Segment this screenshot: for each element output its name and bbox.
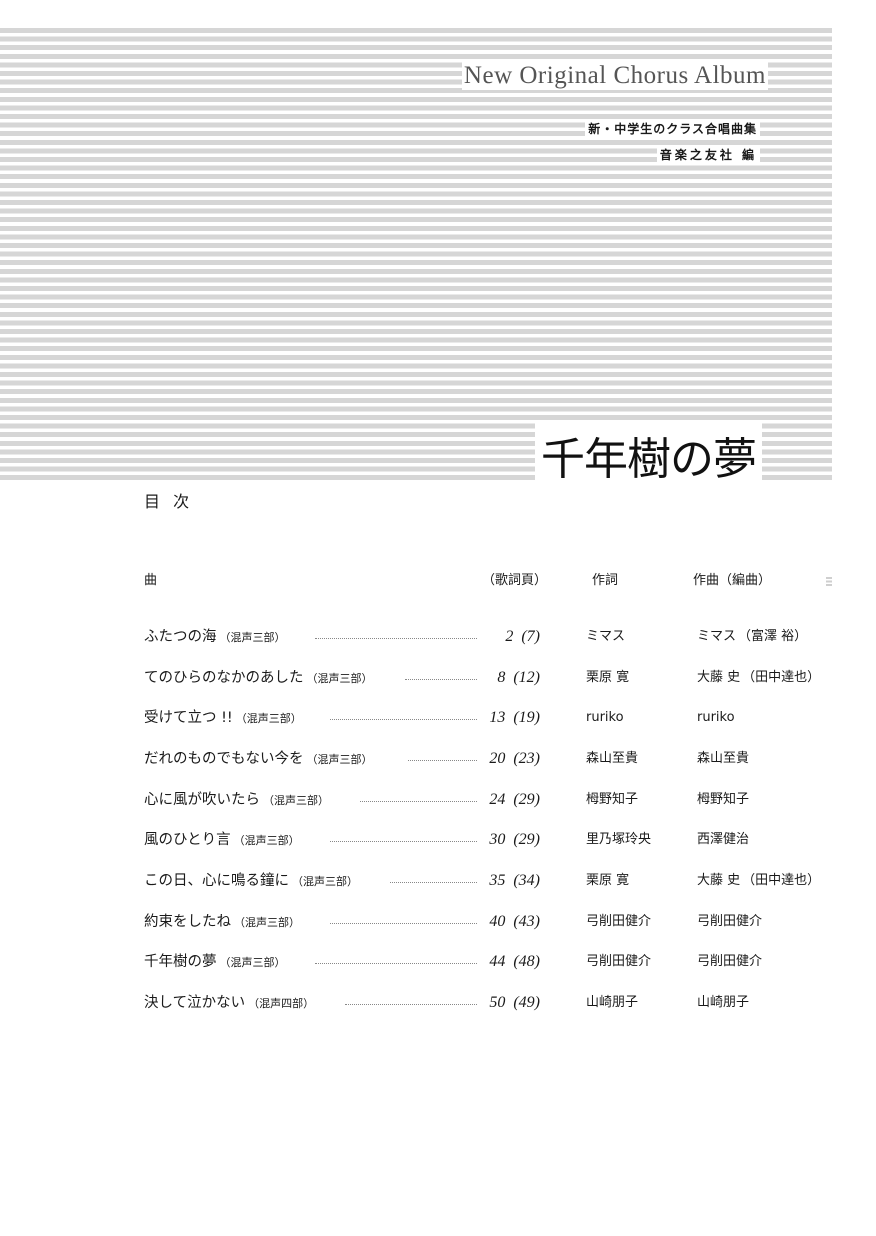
page-numbers: 13 (19) <box>489 709 540 726</box>
toc-heading: 目 次 <box>144 492 194 511</box>
page-numbers: 2 (7) <box>505 628 540 645</box>
song-title: 決して泣かない （混声四部） <box>144 995 315 1011</box>
collection-subtitle: 新・中学生のクラス合唱曲集 <box>585 120 760 137</box>
toc-row: てのひらのなかのあした （混声三部） 8 (12) 栗原 寛 大藤 史（田中達也） <box>0 666 876 690</box>
voicing-label: （混声三部） <box>306 753 373 766</box>
dot-leader <box>345 1004 477 1005</box>
toc-row: ふたつの海 （混声三部） 2 (7) ミマス ミマス （富澤 裕） <box>0 625 876 649</box>
composer: 大藤 史（田中達也） <box>697 670 821 685</box>
page-numbers: 50 (49) <box>489 994 540 1011</box>
dot-leader <box>315 963 477 964</box>
composer: 山崎朋子 <box>697 995 750 1010</box>
voicing-label: （混声三部） <box>234 916 300 929</box>
song-title: 約束をしたね （混声三部） <box>144 914 300 930</box>
header-stripe-mark <box>826 577 832 586</box>
song-title: ふたつの海 （混声三部） <box>144 629 286 645</box>
toc-row: 風のひとり言 （混声三部） 30 (29) 里乃塚玲央 西澤健治 <box>0 828 876 852</box>
voicing-label: （混声三部） <box>292 875 358 888</box>
toc-row: 心に風が吹いたら （混声三部） 24 (29) 栂野知子 栂野知子 <box>0 788 876 812</box>
column-header-lyricist: 作詞 <box>592 573 619 588</box>
page-numbers: 35 (34) <box>489 872 540 889</box>
composer: 栂野知子 <box>697 792 750 807</box>
toc-row: 決して泣かない （混声四部） 50 (49) 山崎朋子 山崎朋子 <box>0 991 876 1015</box>
song-title: 千年樹の夢 （混声三部） <box>144 954 286 970</box>
column-header-song: 曲 <box>144 573 158 588</box>
lyricist: 山崎朋子 <box>586 995 639 1010</box>
dot-leader <box>405 679 477 680</box>
toc-row: 受けて立つ !! （混声三部） 13 (19) ruriko ruriko <box>0 706 876 730</box>
column-header-composer: 作曲（編曲） <box>693 573 772 588</box>
song-title: てのひらのなかのあした （混声三部） <box>144 670 373 686</box>
page-numbers: 30 (29) <box>489 831 540 848</box>
song-title: 風のひとり言 （混声三部） <box>144 832 300 848</box>
composer: 弓削田健介 <box>697 914 763 929</box>
dot-leader <box>408 760 477 761</box>
voicing-label: （混声三部） <box>263 794 329 807</box>
dot-leader <box>330 719 477 720</box>
lyricist: 森山至貴 <box>586 751 639 766</box>
song-title: 受けて立つ !! （混声三部） <box>144 710 302 726</box>
toc-row: 千年樹の夢 （混声三部） 44 (48) 弓削田健介 弓削田健介 <box>0 950 876 974</box>
column-header-page: （歌詞頁） <box>482 573 548 588</box>
editor-credit: 音楽之友社 編 <box>656 146 760 163</box>
page-numbers: 40 (43) <box>489 913 540 930</box>
composer: 弓削田健介 <box>697 954 763 969</box>
lyricist: ミマス <box>586 629 626 644</box>
lyricist: 栗原 寛 <box>586 670 630 685</box>
page-numbers: 8 (12) <box>497 669 540 686</box>
voicing-label: （混声四部） <box>248 997 315 1010</box>
lyricist: 栗原 寛 <box>586 873 630 888</box>
composer: 大藤 史（田中達也） <box>697 873 821 888</box>
dot-leader <box>315 638 477 639</box>
series-title: New Original Chorus Album <box>461 62 768 90</box>
composer: ruriko <box>697 710 735 725</box>
lyricist: 弓削田健介 <box>586 954 652 969</box>
page-numbers: 44 (48) <box>489 953 540 970</box>
composer: 森山至貴 <box>697 751 750 766</box>
song-title: だれのものでもない今を （混声三部） <box>144 751 373 767</box>
voicing-label: （混声三部） <box>219 956 286 969</box>
toc-row: この日、心に鳴る鐘に （混声三部） 35 (34) 栗原 寛 大藤 史（田中達也） <box>0 869 876 893</box>
dot-leader <box>330 841 477 842</box>
lyricist: ruriko <box>586 710 624 725</box>
toc-row: 約束をしたね （混声三部） 40 (43) 弓削田健介 弓削田健介 <box>0 910 876 934</box>
song-title: 心に風が吹いたら （混声三部） <box>144 792 329 808</box>
album-title: 千年樹の夢 <box>535 423 762 487</box>
voicing-label: （混声三部） <box>233 834 300 847</box>
voicing-label: （混声三部） <box>306 672 373 685</box>
song-title: この日、心に鳴る鐘に （混声三部） <box>144 873 358 889</box>
lyricist: 里乃塚玲央 <box>586 832 652 847</box>
page-numbers: 24 (29) <box>489 791 540 808</box>
composer: ミマス （富澤 裕） <box>697 629 808 644</box>
page-numbers: 20 (23) <box>489 750 540 767</box>
toc-row: だれのものでもない今を （混声三部） 20 (23) 森山至貴 森山至貴 <box>0 747 876 771</box>
lyricist: 弓削田健介 <box>586 914 652 929</box>
voicing-label: （混声三部） <box>219 631 286 644</box>
voicing-label: （混声三部） <box>235 712 302 725</box>
dot-leader <box>390 882 477 883</box>
dot-leader <box>330 923 477 924</box>
dot-leader <box>360 801 477 802</box>
composer: 西澤健治 <box>697 832 750 847</box>
lyricist: 栂野知子 <box>586 792 639 807</box>
striped-banner: New Original Chorus Album 新・中学生のクラス合唱曲集 … <box>0 28 832 487</box>
